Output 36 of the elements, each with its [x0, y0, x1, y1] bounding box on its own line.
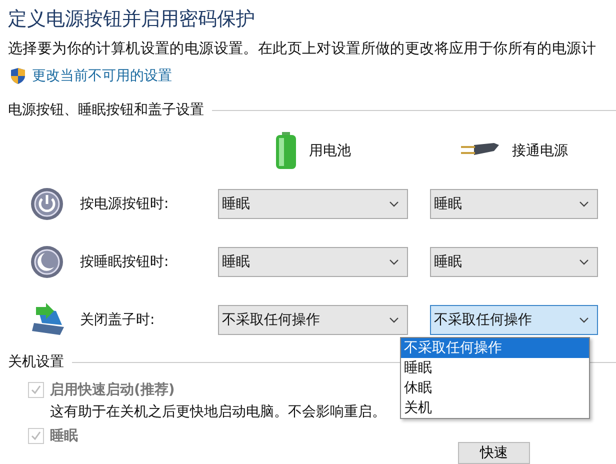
battery-dropdown[interactable]: 不采取任何操作 [218, 305, 408, 335]
page-title: 定义电源按钮并启用密码保护 [8, 7, 256, 32]
plugged-dropdown[interactable]: 睡眠 [430, 189, 598, 219]
chevron-down-icon [579, 201, 589, 207]
battery-dropdown[interactable]: 睡眠 [218, 247, 408, 277]
plugged-dropdown[interactable]: 睡眠 [430, 247, 598, 277]
dropdown-option[interactable]: 休眠 [401, 378, 589, 398]
check-icon [30, 430, 42, 442]
power-icon [30, 187, 64, 221]
row-label: 关闭盖子时: [79, 311, 156, 329]
mode-button[interactable]: 快速 [458, 442, 530, 464]
chevron-down-icon [579, 317, 589, 323]
dropdown-option[interactable]: 不采取任何操作 [401, 338, 589, 358]
row-label: 按电源按钮时: [79, 195, 170, 213]
section-heading: 电源按钮、睡眠按钮和盖子设置 [8, 101, 204, 119]
moon-icon [30, 245, 64, 279]
shield-icon [10, 67, 26, 85]
battery-icon [275, 132, 297, 170]
chevron-down-icon [389, 259, 399, 265]
chevron-down-icon [389, 317, 399, 323]
chevron-down-icon [389, 201, 399, 207]
option-label: 睡眠 [50, 427, 78, 445]
section-heading: 关机设置 [8, 353, 64, 371]
column-heading: 用电池 [309, 142, 351, 160]
row-label: 按睡眠按钮时: [79, 253, 170, 271]
check-icon [30, 384, 42, 396]
description-text: 选择要为你的计算机设置的电源设置。在此页上对设置所做的更改将应用于你所有的电源计 [8, 40, 598, 59]
dropdown-option[interactable]: 关机 [401, 398, 589, 418]
battery-dropdown[interactable]: 睡眠 [218, 189, 408, 219]
plugged-dropdown[interactable]: 不采取任何操作 [430, 305, 598, 335]
dropdown-option[interactable]: 睡眠 [401, 358, 589, 378]
option-note: 这有助于在关机之后更快地启动电脑。不会影响重启。 [50, 403, 386, 421]
column-heading: 接通电源 [512, 142, 568, 160]
option-label: 启用快速启动(推荐) [50, 381, 175, 399]
chevron-down-icon [579, 259, 589, 265]
change-settings-link[interactable]: 更改当前不可用的设置 [32, 67, 172, 85]
